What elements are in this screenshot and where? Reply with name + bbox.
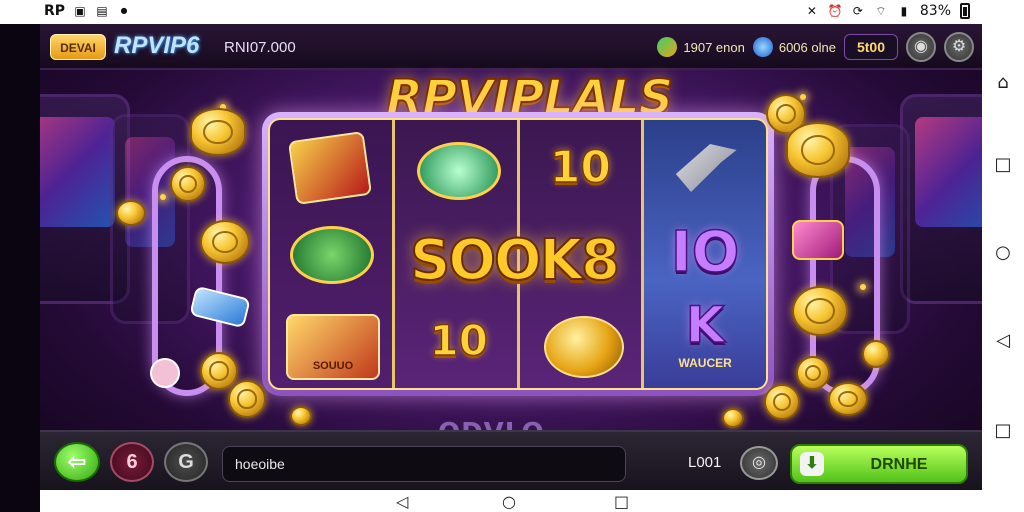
signal-icon: ▮: [900, 4, 908, 18]
gold-coin-icon: [228, 380, 266, 418]
menu-button[interactable]: DEVAI: [50, 34, 106, 60]
gold-coin-icon: [828, 382, 868, 416]
status-bar: RP ▣ ▤ ● ✕ ⏰ ⟳ ⌔ ▮ 83%: [0, 0, 1024, 24]
gold-coin-icon: [200, 352, 238, 390]
spin-button[interactable]: ⬇ DRNHE: [790, 444, 968, 484]
game-top-bar: DEVAI RPVIP6 RNI07.000 1907 enon 6006 ol…: [40, 24, 982, 70]
gold-coin-icon: [786, 122, 850, 178]
status-right: ✕ ⏰ ⟳ ⌔ ▮ 83%: [805, 3, 970, 19]
waucer-label: WAUCER: [678, 356, 732, 370]
gold-orb-symbol: [543, 316, 624, 378]
download-arrow-icon: ⬇: [800, 452, 824, 476]
wifi-icon: ⌔: [875, 4, 887, 18]
home-circle-icon[interactable]: ○: [992, 242, 1014, 264]
square-icon[interactable]: □: [992, 154, 1014, 176]
nav-recents-icon[interactable]: □: [614, 492, 629, 511]
gear-icon[interactable]: ⚙: [944, 32, 974, 62]
k-symbol: K: [685, 295, 725, 355]
home-outline-icon[interactable]: ⌂: [992, 72, 1014, 94]
alarm-icon: ⏰: [827, 4, 843, 18]
system-nav-rail: ⌂ □ ○ ◁ □: [982, 24, 1024, 512]
gold-coin-icon: [792, 286, 848, 336]
ten-symbol-2: 10: [429, 315, 489, 366]
status-left: RP ▣ ▤ ●: [44, 3, 131, 19]
bet-button[interactable]: 6: [110, 442, 154, 482]
recents-square-icon[interactable]: □: [992, 420, 1014, 442]
app-label: RP: [44, 3, 66, 19]
control-bar: ⇦ 6 G hoeoibe L001 ◎ ⬇ DRNHE: [40, 430, 982, 490]
gift-label: SOUUO: [312, 360, 354, 372]
leaf-emblem-symbol: [290, 226, 374, 284]
back-triangle-icon[interactable]: ◁: [992, 330, 1014, 352]
record-icon[interactable]: ◉: [906, 32, 936, 62]
balance-display: RNI07.000: [224, 39, 296, 56]
system-bottom-nav: ◁ ○ □: [40, 490, 982, 512]
gold-coin-icon: [290, 406, 312, 426]
text-input[interactable]: hoeoibe: [222, 446, 626, 482]
gold-coin-icon: [722, 408, 744, 428]
gold-coin-icon: [190, 108, 246, 156]
spin-label: DRNHE: [870, 456, 928, 473]
currency-chip-2[interactable]: 6006 olne: [752, 37, 836, 57]
left-black-strip: [0, 24, 40, 512]
brand-logo: RPVIP6: [114, 32, 200, 59]
screen: RP ▣ ▤ ● ✕ ⏰ ⟳ ⌔ ▮ 83% ⌂ □ ○ ◁ □ DEVAI R…: [0, 0, 1024, 512]
green-leaf-symbol: [416, 142, 501, 200]
gold-coin-icon: [796, 356, 830, 390]
dot-icon: ●: [120, 6, 128, 15]
image-icon: ▤: [96, 4, 108, 18]
top-right-group: 1907 enon 6006 olne 5t00 ◉ ⚙: [657, 32, 974, 62]
gem-icon: [657, 37, 678, 57]
pink-chip-icon: [150, 358, 180, 388]
chip1-label: 1907 enon: [683, 39, 745, 55]
gold-coin-icon: [764, 384, 800, 420]
back-button[interactable]: ⇦: [54, 442, 100, 482]
orb-icon: [752, 37, 773, 57]
win-word: SOOK8: [409, 227, 621, 294]
battery-text: 83%: [919, 3, 951, 19]
data-icon: ⟳: [852, 4, 863, 18]
crossed-blades-symbol: [675, 144, 737, 192]
value-display: L001: [688, 454, 722, 471]
bg-slot-machine-right: [900, 94, 982, 304]
price-pill[interactable]: 5t00: [843, 34, 898, 60]
gold-coin-icon: [170, 166, 206, 202]
reel-frame: SOUUO 10 10 IO K WAUCER SOOK8: [262, 112, 774, 396]
gallery-icon: ▣: [74, 4, 86, 18]
reel-4: IO K WAUCER: [644, 120, 766, 388]
nav-back-icon[interactable]: ◁: [396, 492, 408, 511]
arrow-left-icon: ⇦: [67, 449, 87, 474]
chip2-label: 6006 olne: [778, 39, 836, 55]
pink-gift-icon: [792, 220, 844, 260]
gold-coin-icon: [116, 200, 146, 226]
reel-1: SOUUO: [270, 120, 395, 388]
gold-coin-icon: [200, 220, 250, 264]
mute-icon: ✕: [806, 4, 817, 18]
gift-crossed-symbol: SOUUO: [286, 314, 380, 380]
battery-icon: [960, 3, 970, 19]
camera-button[interactable]: ◎: [740, 446, 778, 480]
gold-coin-icon: [862, 340, 890, 368]
game-area: DEVAI RPVIP6 RNI07.000 1907 enon 6006 ol…: [40, 24, 982, 490]
ten-symbol-top: 10: [549, 141, 612, 194]
cards-chips-symbol: [287, 131, 373, 205]
io-symbol: IO: [670, 219, 740, 286]
currency-chip-1[interactable]: 1907 enon: [657, 37, 745, 57]
camera-icon: ◎: [752, 454, 766, 471]
sparkle: [800, 94, 806, 100]
nav-home-icon[interactable]: ○: [502, 492, 516, 511]
refresh-button[interactable]: G: [164, 442, 208, 482]
